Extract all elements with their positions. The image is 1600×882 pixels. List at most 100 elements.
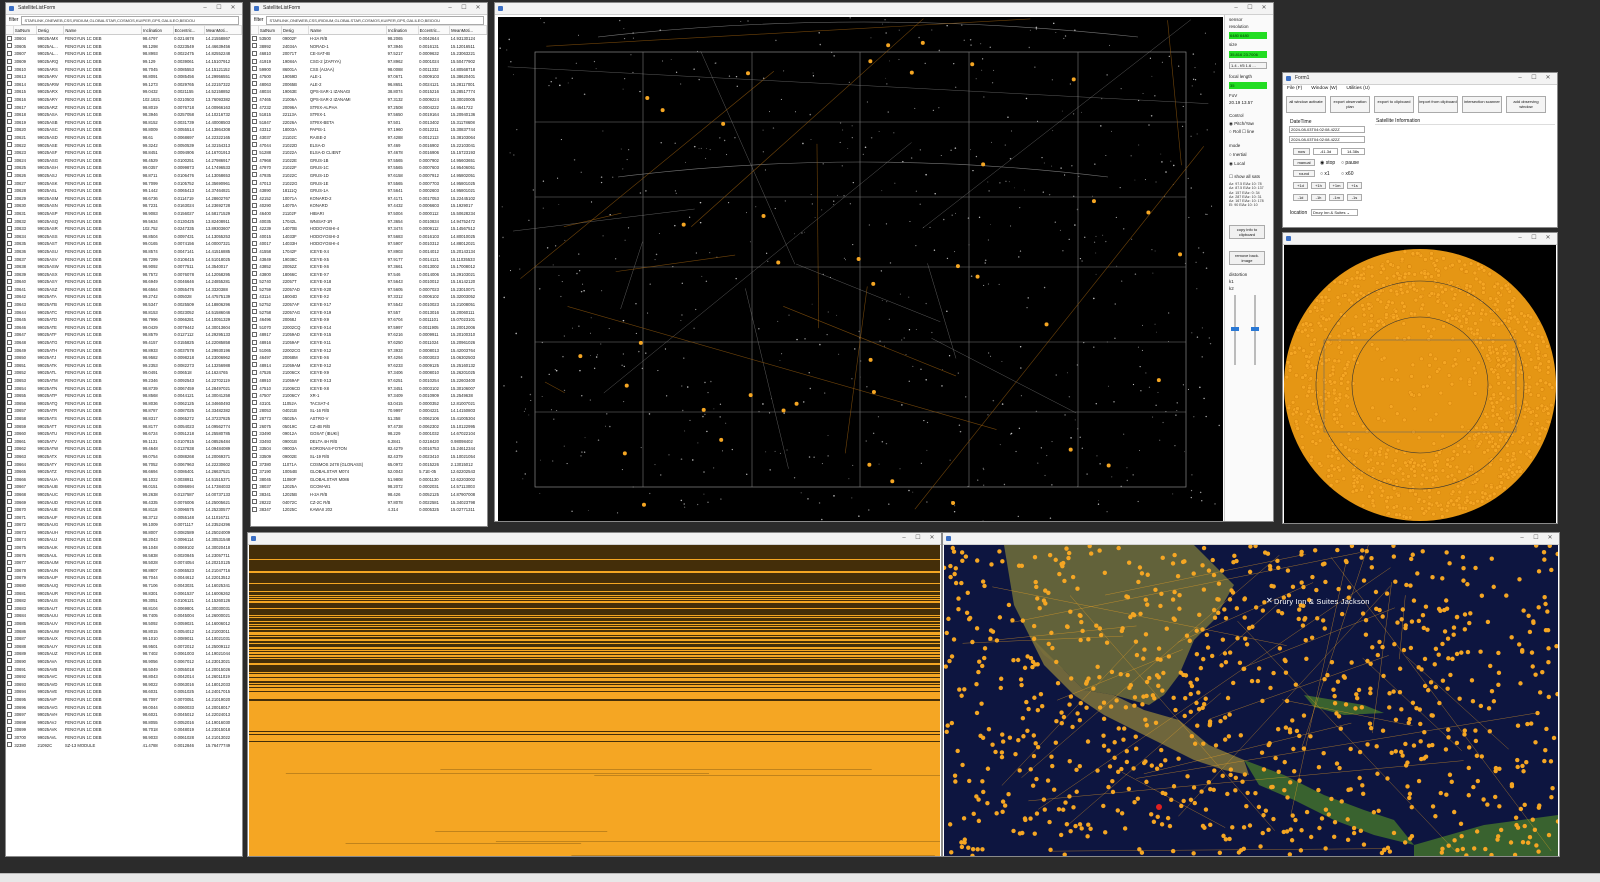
checkbox-icon[interactable] bbox=[252, 468, 257, 474]
table-row[interactable]: 30605 99025AL... FENGYUN 1C DEB 98.1298 0.02… bbox=[6, 43, 242, 51]
table-row[interactable]: 30632 99025ASQ FENGYUN 1C DEB 99.5634 0.0130… bbox=[6, 217, 242, 225]
table-row[interactable]: 47013 21022G GRUS-1E 97.5565 0.0007703 14.958… bbox=[251, 179, 487, 187]
checkbox-icon[interactable] bbox=[252, 286, 257, 292]
checkbox-icon[interactable] bbox=[252, 324, 257, 330]
row-checkbox[interactable] bbox=[6, 665, 13, 673]
checkbox-icon[interactable] bbox=[252, 271, 257, 277]
checkbox-icon[interactable] bbox=[252, 126, 257, 132]
checkbox-icon[interactable] bbox=[7, 574, 12, 580]
checkbox-icon[interactable] bbox=[7, 339, 12, 345]
checkbox-icon[interactable] bbox=[7, 726, 12, 732]
checkbox-icon[interactable] bbox=[7, 499, 12, 505]
row-checkbox[interactable] bbox=[6, 506, 13, 514]
checkbox-icon[interactable] bbox=[7, 111, 12, 117]
checkbox-icon[interactable] bbox=[7, 506, 12, 512]
table-row[interactable]: 30694 99025AVE FENGYUN 1C DEB 98.6031 0.0051… bbox=[6, 688, 242, 696]
table-row[interactable]: 30623 99025ASF FENGYUN 1C DEB 98.8451 0.0094… bbox=[6, 149, 242, 157]
row-checkbox[interactable] bbox=[6, 582, 13, 590]
table-row[interactable]: 37190 10054B GLOBALSTAR M074 52.0043 5.71E-0… bbox=[251, 468, 487, 476]
table-row[interactable]: 33493 09001B DELTA 4H R/B 6.2841 0.0218420 0.… bbox=[251, 437, 487, 445]
table-row[interactable]: 30687 99025AUX FENGYUN 1C DEB 99.1010 0.0089… bbox=[6, 635, 242, 643]
row-checkbox[interactable] bbox=[6, 627, 13, 635]
checkbox-icon[interactable] bbox=[7, 415, 12, 421]
close-icon[interactable]: ✕ bbox=[1541, 233, 1555, 244]
checkbox-icon[interactable] bbox=[252, 476, 257, 482]
now-button[interactable]: now bbox=[1293, 148, 1310, 155]
checkbox-icon[interactable] bbox=[7, 681, 12, 687]
row-checkbox[interactable] bbox=[6, 734, 13, 742]
table-row[interactable]: 42152 10071A KONARD-2 97.4171 0.0017053 15.22… bbox=[251, 194, 487, 202]
row-checkbox[interactable] bbox=[6, 324, 13, 332]
checkbox-icon[interactable] bbox=[252, 278, 257, 284]
menu-utilities[interactable]: Utilities (U) bbox=[1346, 86, 1369, 91]
row-checkbox[interactable] bbox=[251, 240, 258, 248]
k1-slider[interactable] bbox=[1231, 295, 1239, 365]
table-row[interactable]: 30660 99025ATU FENGYUN 1C DEB 98.6724 0.0051… bbox=[6, 430, 242, 438]
row-checkbox[interactable] bbox=[6, 225, 13, 233]
row-checkbox[interactable] bbox=[6, 445, 13, 453]
checkbox-icon[interactable] bbox=[7, 673, 12, 679]
table-row[interactable]: 30637 99025ASV FENGYUN 1C DEB 98.7299 0.0108… bbox=[6, 255, 242, 263]
row-checkbox[interactable] bbox=[251, 468, 258, 476]
resolution-field[interactable]: 6480 6480 bbox=[1229, 32, 1267, 39]
row-checkbox[interactable] bbox=[251, 506, 258, 514]
row-checkbox[interactable] bbox=[6, 559, 13, 567]
checkbox-icon[interactable] bbox=[252, 149, 257, 155]
row-checkbox[interactable] bbox=[251, 217, 258, 225]
row-checkbox[interactable] bbox=[6, 50, 13, 58]
stop-radio[interactable]: ◉ stop bbox=[1320, 160, 1335, 166]
table-row[interactable]: 30640 99025ASY FENGYUN 1C DEB 98.6949 0.0046… bbox=[6, 278, 242, 286]
checkbox-icon[interactable] bbox=[252, 218, 257, 224]
table-row[interactable]: 30610 99025ARS FENGYUN 1C DEB 98.7045 0.0085… bbox=[6, 65, 242, 73]
minimize-icon[interactable]: – bbox=[1229, 3, 1243, 14]
checkbox-icon[interactable] bbox=[7, 711, 12, 717]
row-checkbox[interactable] bbox=[6, 111, 13, 119]
checkbox-icon[interactable] bbox=[7, 202, 12, 208]
table-row[interactable]: 47970 21022F GRUS-1C 97.5565 0.0007603 14.954… bbox=[251, 164, 487, 172]
row-checkbox[interactable] bbox=[251, 172, 258, 180]
table-row[interactable]: 30629 99025ASM FENGYUN 1C DEB 98.6736 0.0114… bbox=[6, 194, 242, 202]
checkbox-icon[interactable] bbox=[252, 400, 257, 406]
checkbox-icon[interactable] bbox=[7, 742, 12, 748]
maximize-icon[interactable]: ☐ bbox=[457, 3, 471, 14]
row-checkbox[interactable] bbox=[6, 589, 13, 597]
table-row[interactable]: 30679 99025AUP FENGYUN 1C DEB 98.7044 0.0044… bbox=[6, 574, 242, 582]
roll-radio[interactable]: ○ Roll ☐ line bbox=[1229, 129, 1254, 135]
row-checkbox[interactable] bbox=[6, 703, 13, 711]
checkbox-icon[interactable] bbox=[252, 248, 257, 254]
table-row[interactable]: 46810 20071T CE-SAT-IB 97.5217 0.0009632 15.2… bbox=[251, 50, 487, 58]
minimize-icon[interactable]: – bbox=[1515, 533, 1529, 544]
table-row[interactable]: 30695 99025AVF FENGYUN 1C DEB 98.7097 0.0070… bbox=[6, 696, 242, 704]
table-row[interactable]: 30697 99025AVH FENGYUN 1C DEB 98.6021 0.0045… bbox=[6, 711, 242, 719]
table-row[interactable]: 47044 21022D ELSA-D 97.469 0.0016902 15.22103… bbox=[251, 141, 487, 149]
location-select[interactable]: Drury Inn & Suites ⌄ bbox=[1311, 209, 1358, 216]
row-checkbox[interactable] bbox=[6, 65, 13, 73]
row-checkbox[interactable] bbox=[251, 308, 258, 316]
row-checkbox[interactable] bbox=[6, 635, 13, 643]
table-row[interactable]: 28222 04072C CZ-2C R/B 97.8078 0.0022581 15.3… bbox=[251, 498, 487, 506]
k2-slider-thumb[interactable] bbox=[1251, 327, 1259, 331]
checkbox-icon[interactable] bbox=[7, 628, 12, 634]
table-row[interactable]: 30613 99025ARV FENGYUN 1C DEB 98.8091 0.0085… bbox=[6, 73, 242, 81]
table-row[interactable]: 43852 20052Z ICEYE-X6 97.3661 0.0013002 15.17… bbox=[251, 263, 487, 271]
toolbar-button[interactable]: export to clipboard bbox=[1374, 96, 1414, 113]
row-checkbox[interactable] bbox=[251, 270, 258, 278]
row-checkbox[interactable] bbox=[251, 392, 258, 400]
maximize-icon[interactable]: ☐ bbox=[911, 533, 925, 544]
checkbox-icon[interactable] bbox=[252, 506, 257, 512]
row-checkbox[interactable] bbox=[6, 88, 13, 96]
checkbox-icon[interactable] bbox=[7, 521, 12, 527]
row-checkbox[interactable] bbox=[6, 339, 13, 347]
column-header[interactable]: Desig bbox=[36, 26, 65, 35]
row-checkbox[interactable] bbox=[6, 658, 13, 666]
table-row[interactable]: 47968 21022E GRUS-1B 97.5565 0.0007902 14.956… bbox=[251, 157, 487, 165]
checkbox-icon[interactable] bbox=[7, 248, 12, 254]
checkbox-icon[interactable] bbox=[7, 400, 12, 406]
row-checkbox[interactable] bbox=[6, 483, 13, 491]
checkbox-icon[interactable] bbox=[252, 142, 257, 148]
datetime-field-1[interactable]: 2024-08-03T04:02:08.422Z bbox=[1289, 126, 1365, 133]
table-row[interactable]: 40015 14033F HODOYOSHI-3 97.5683 0.0016103 14… bbox=[251, 232, 487, 240]
time-step-button[interactable]: -1m bbox=[1329, 194, 1344, 201]
row-checkbox[interactable] bbox=[6, 270, 13, 278]
checkbox-icon[interactable] bbox=[7, 195, 12, 201]
